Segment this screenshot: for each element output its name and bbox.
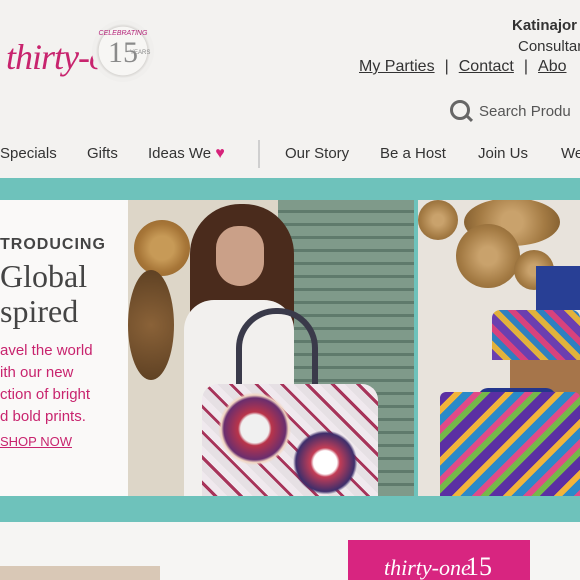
- photo-basket: [134, 220, 190, 276]
- hero-photo-products[interactable]: [418, 200, 580, 496]
- contact-link[interactable]: Contact: [459, 58, 514, 75]
- search-box[interactable]: Search Produ: [450, 100, 580, 124]
- photo-basket: [456, 224, 520, 288]
- consultant-role: Consultan: [518, 38, 580, 55]
- nav-item-we[interactable]: We: [561, 145, 580, 162]
- nav-item-join-us[interactable]: Join Us: [478, 145, 528, 162]
- page: thirty-one CELEBRATING 15 YEARS Katinajo…: [0, 0, 580, 580]
- promo-badge-number: 15: [466, 552, 492, 580]
- hero-intro: TRODUCING: [0, 236, 106, 253]
- nav-item-specials[interactable]: Specials: [0, 145, 57, 162]
- photo-basket: [128, 270, 174, 380]
- about-link[interactable]: Abo: [538, 58, 566, 75]
- photo-tote-bag: [202, 384, 378, 496]
- brand-logo[interactable]: thirty-one CELEBRATING 15 YEARS: [0, 14, 170, 84]
- nav-item-our-story[interactable]: Our Story: [285, 145, 349, 162]
- nav-item-gifts[interactable]: Gifts: [87, 145, 118, 162]
- shop-now-link[interactable]: SHOP NOW: [0, 434, 72, 449]
- hero-title-line2: spired: [0, 293, 79, 329]
- anniversary-badge: CELEBRATING 15 YEARS: [92, 20, 154, 82]
- link-separator: |: [444, 58, 449, 75]
- search-icon[interactable]: [450, 100, 470, 120]
- photo-print-bag: [492, 310, 580, 360]
- my-parties-link[interactable]: My Parties: [359, 58, 435, 75]
- hero-copy-line: ction of bright: [0, 386, 91, 403]
- photo-basket: [418, 200, 458, 240]
- hero-copy-line: ith our new: [0, 364, 74, 381]
- nav-item-ideas-label: Ideas We: [148, 145, 212, 162]
- bottom-photo: [0, 566, 160, 580]
- hero-title-line1: Global: [0, 258, 88, 294]
- photo-navy-bag: [536, 266, 580, 310]
- hero-copy-line: d bold prints.: [0, 408, 86, 425]
- consultant-name: Katinajor: [512, 17, 578, 34]
- promo-logo: thirty-one: [384, 555, 471, 580]
- main-nav: Specials Gifts Ideas We ♥ Our Story Be a…: [0, 140, 580, 170]
- account-links: My Parties | Contact | Abo: [359, 58, 567, 76]
- nav-item-ideas[interactable]: Ideas We ♥: [148, 145, 225, 163]
- nav-divider: [258, 140, 260, 168]
- search-input[interactable]: Search Produ: [479, 103, 571, 120]
- badge-years: YEARS: [130, 50, 151, 56]
- nav-item-be-a-host[interactable]: Be a Host: [380, 145, 446, 162]
- hero-photo-model[interactable]: [128, 200, 414, 496]
- photo-model-face: [216, 226, 264, 286]
- heart-icon: ♥: [215, 145, 225, 162]
- link-separator: |: [523, 58, 529, 75]
- hero-copy-line: avel the world: [0, 342, 93, 359]
- photo-print-tote: [440, 392, 580, 496]
- hero-copy: avel the world ith our new ction of brig…: [0, 340, 93, 428]
